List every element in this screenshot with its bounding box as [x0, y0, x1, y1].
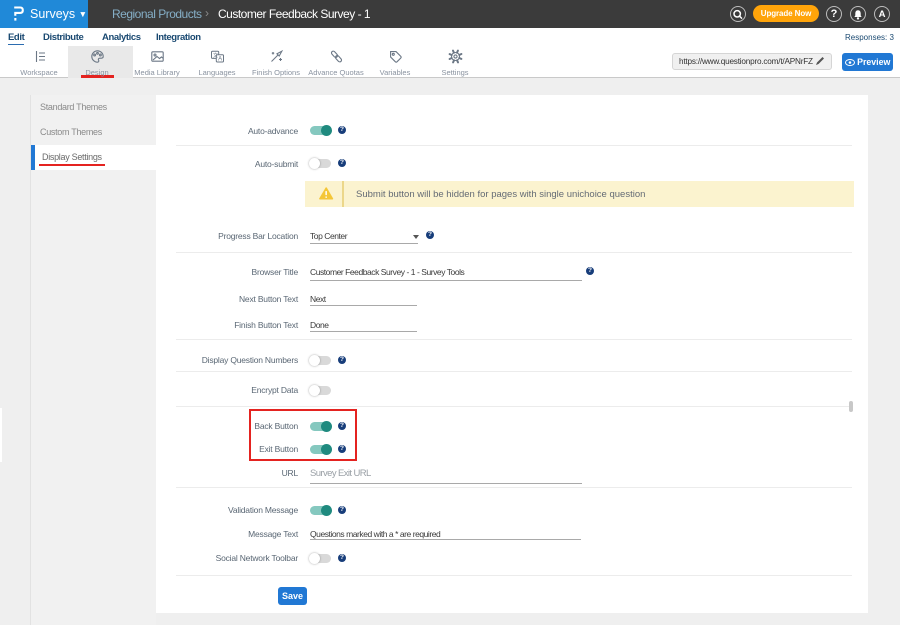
- svg-text:A: A: [218, 57, 222, 63]
